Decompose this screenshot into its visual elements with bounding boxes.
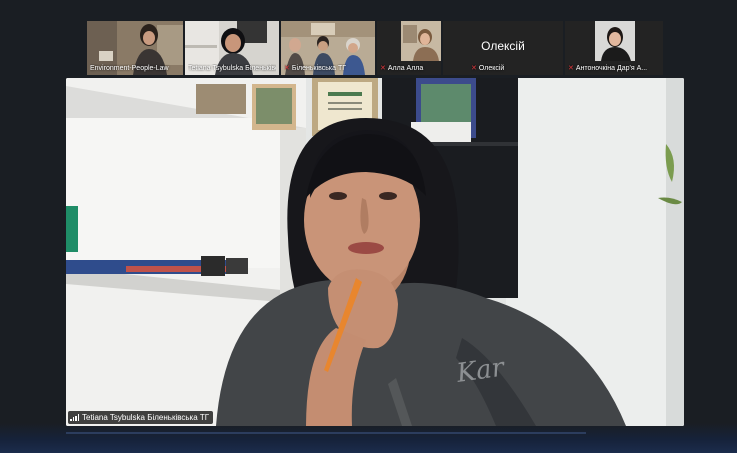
mic-muted-icon: ✕ xyxy=(284,65,290,72)
participant-name-label: ✕ Алла Алла xyxy=(380,65,424,72)
participant-name-label: ✕ Біленьківська ТГ xyxy=(284,65,347,72)
participant-tile-tetiana-tsybulska[interactable]: Tetiana Tsybulska Біленьківська ТГ xyxy=(185,21,279,75)
mic-muted-icon: ✕ xyxy=(568,65,574,72)
participant-strip: Environment-People-Law Tetiana Tsybulska… xyxy=(87,21,663,75)
active-speaker-video[interactable]: Kar Tetiana Tsybulska Біленьківська ТГ xyxy=(66,78,684,426)
participant-tile-bilenkivska-tg[interactable]: ✕ Біленьківська ТГ xyxy=(281,21,375,75)
participant-tile-environment-people-law[interactable]: Environment-People-Law xyxy=(87,21,183,75)
participant-name-label: Environment-People-Law xyxy=(90,65,169,72)
participant-name-label: ✕ Антоночкіна Дар'я А... xyxy=(568,65,648,72)
participant-display-name: Олексій xyxy=(481,39,525,53)
participant-name-label: ✕ Олексій xyxy=(471,65,505,72)
mic-muted-icon: ✕ xyxy=(471,65,477,72)
participant-tile-alla-alla[interactable]: ✕ Алла Алла xyxy=(377,21,441,75)
mic-muted-icon: ✕ xyxy=(380,65,386,72)
speaker-name-tag: Tetiana Tsybulska Біленьківська ТГ xyxy=(68,411,214,424)
speaker-name: Tetiana Tsybulska Біленьківська ТГ xyxy=(82,413,210,422)
progress-line xyxy=(66,432,586,434)
participant-name-label: Tetiana Tsybulska Біленьківська ТГ xyxy=(188,65,276,72)
speaker-video-feed: Kar xyxy=(66,78,684,426)
connection-signal-icon xyxy=(70,414,79,421)
participant-tile-oleksii[interactable]: Олексій ✕ Олексій xyxy=(443,21,563,75)
bottom-toolbar-area xyxy=(0,423,737,453)
participant-tile-antonochkina[interactable]: ✕ Антоночкіна Дар'я А... xyxy=(565,21,663,75)
